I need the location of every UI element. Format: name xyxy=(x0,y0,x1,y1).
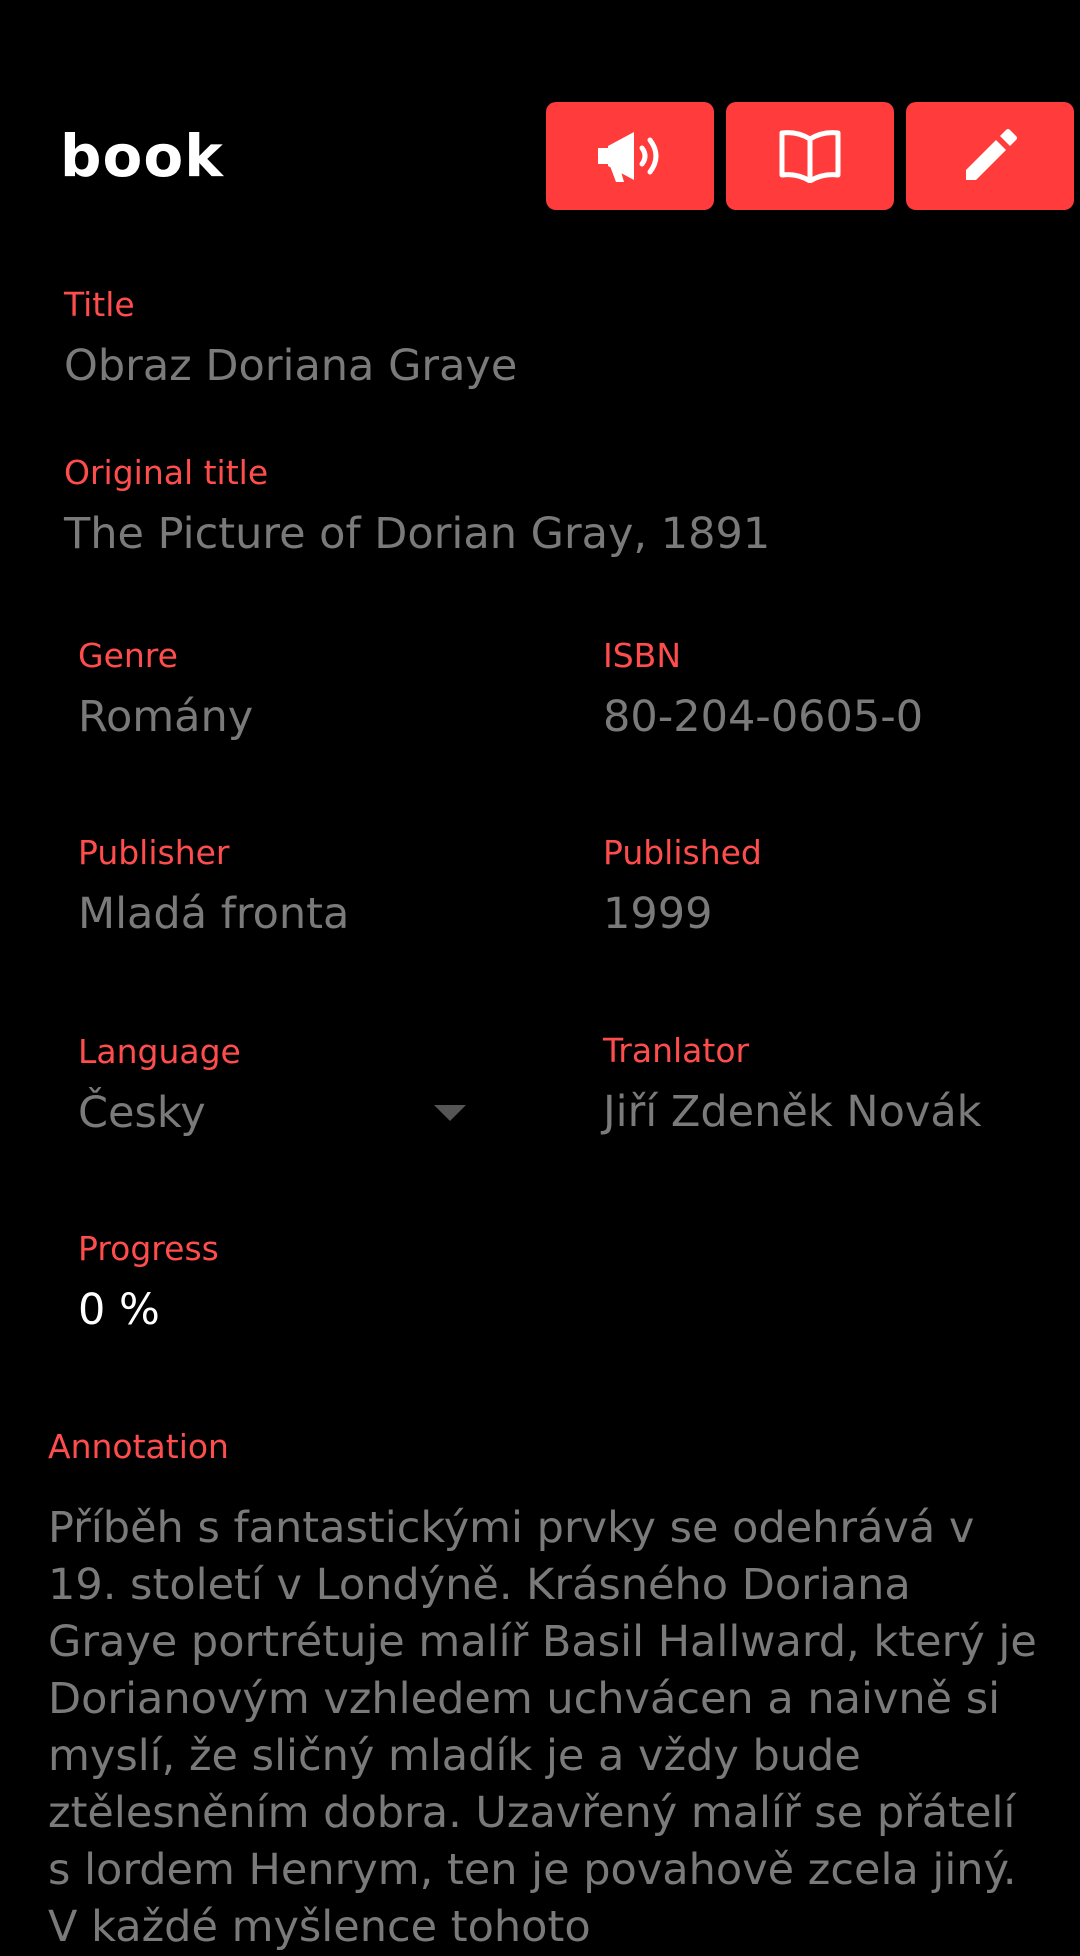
original-title-label: Original title xyxy=(64,453,269,492)
speak-button[interactable] xyxy=(546,102,714,210)
annotation-text: Příběh s fantastickými prvky se odehrává… xyxy=(48,1503,1037,1952)
original-title-value[interactable]: The Picture of Dorian Gray, 1891 xyxy=(64,507,770,561)
title-label: Title xyxy=(64,285,135,324)
megaphone-icon xyxy=(598,132,659,182)
annotation-label: Annotation xyxy=(48,1427,229,1466)
read-button[interactable] xyxy=(726,102,894,210)
language-select[interactable]: Česky xyxy=(78,1086,206,1140)
language-label: Language xyxy=(78,1032,241,1071)
genre-label: Genre xyxy=(78,636,178,675)
toolbar xyxy=(546,102,1074,210)
isbn-value[interactable]: 80-204-0605-0 xyxy=(603,690,923,744)
isbn-label: ISBN xyxy=(603,636,682,675)
dropdown-arrow-icon[interactable] xyxy=(434,1105,466,1121)
app-title: book xyxy=(60,122,224,190)
published-value[interactable]: 1999 xyxy=(603,887,712,941)
publisher-label: Publisher xyxy=(78,833,230,872)
pencil-icon xyxy=(966,129,1017,180)
published-label: Published xyxy=(603,833,762,872)
translator-value[interactable]: Jiří Zdeněk Novák xyxy=(603,1085,982,1139)
genre-value[interactable]: Romány xyxy=(78,690,253,744)
open-book-icon xyxy=(779,130,841,183)
publisher-value[interactable]: Mladá fronta xyxy=(78,887,349,941)
translator-label: Tranlator xyxy=(603,1031,750,1070)
progress-value[interactable]: 0 % xyxy=(78,1283,160,1337)
progress-label: Progress xyxy=(78,1229,219,1268)
edit-button[interactable] xyxy=(906,102,1074,210)
title-value[interactable]: Obraz Doriana Graye xyxy=(64,339,517,393)
